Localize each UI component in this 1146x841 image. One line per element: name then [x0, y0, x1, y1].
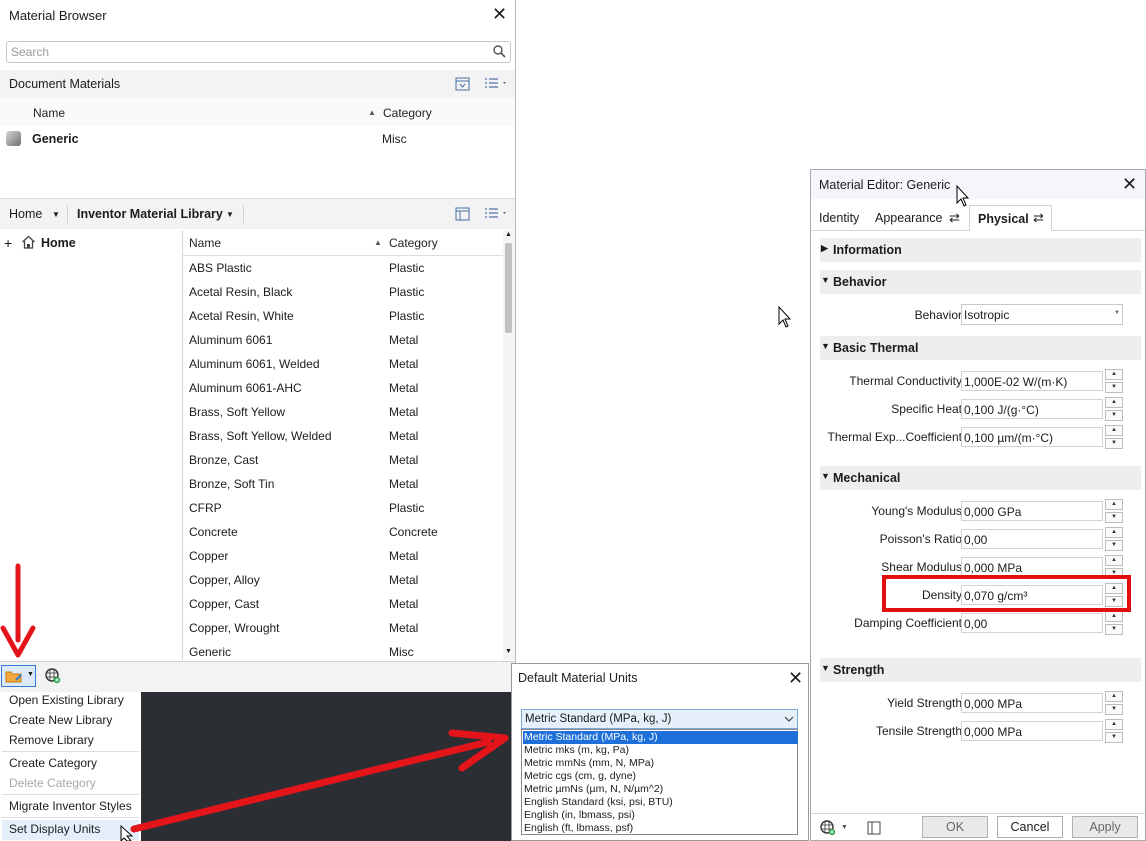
red-diagonal-arrow: [130, 729, 509, 833]
mouse-cursor-icon: [956, 184, 970, 207]
red-down-arrow: [0, 563, 36, 658]
mouse-cursor-icon: [120, 824, 134, 841]
mouse-cursor-icon: [778, 305, 792, 328]
annotation-overlay: [0, 184, 970, 841]
